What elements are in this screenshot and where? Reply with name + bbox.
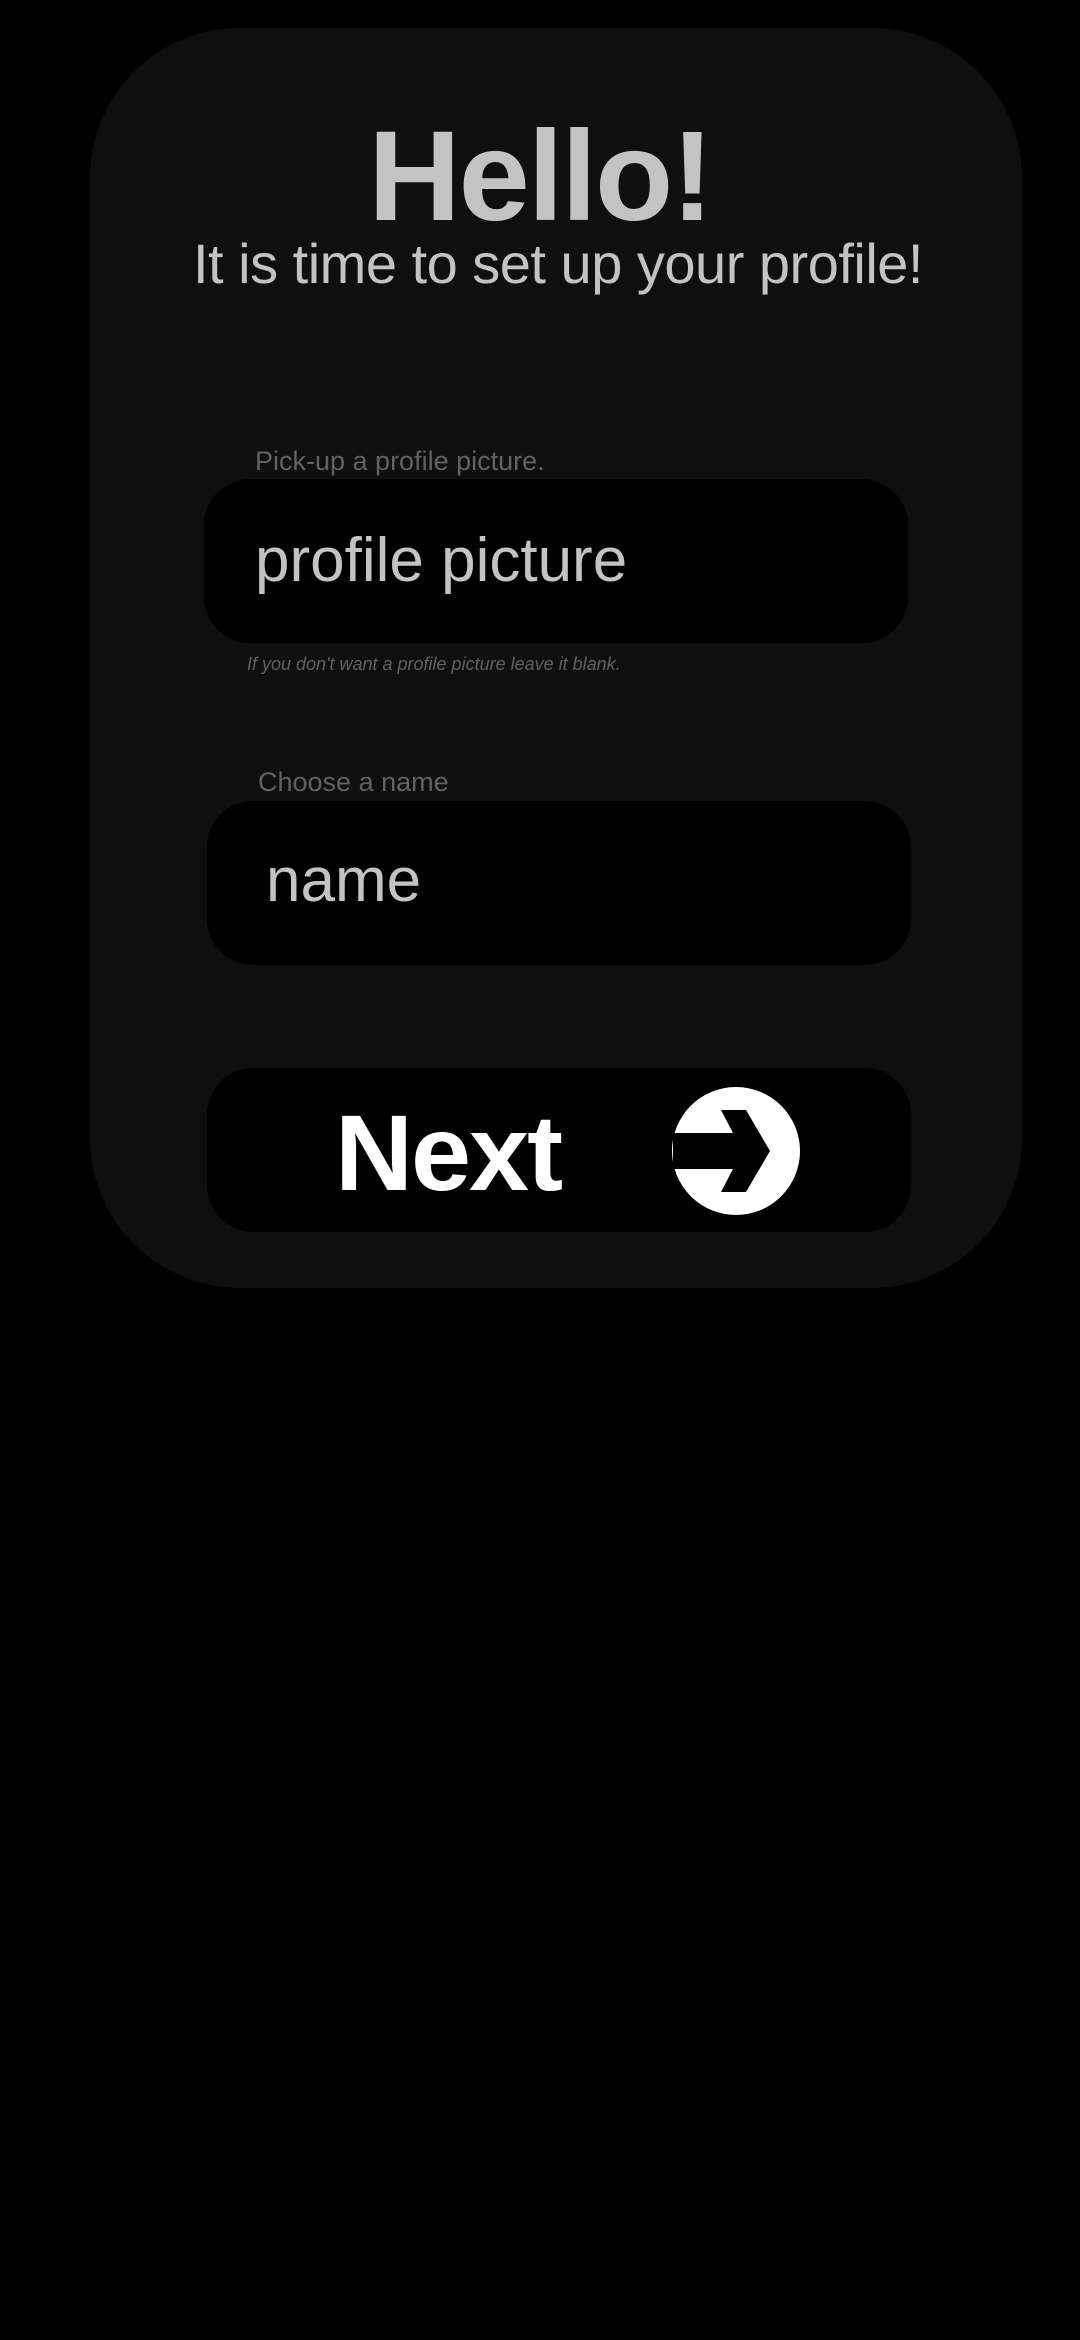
arrow-right-circle-icon <box>672 1087 800 1215</box>
next-button[interactable]: Next <box>207 1068 911 1232</box>
profile-picture-input[interactable]: profile picture <box>204 479 908 643</box>
name-placeholder: name <box>266 846 422 915</box>
next-button-label: Next <box>335 1092 563 1213</box>
page-subtitle: It is time to set up your profile! <box>193 232 923 295</box>
name-label: Choose a name <box>258 767 449 797</box>
profile-picture-label: Pick-up a profile picture. <box>255 446 545 476</box>
profile-setup-screen: Hello! It is time to set up your profile… <box>0 0 1080 2340</box>
name-input[interactable]: name <box>207 801 911 965</box>
profile-picture-hint: If you don't want a profile picture leav… <box>247 654 621 674</box>
profile-picture-placeholder: profile picture <box>255 526 628 595</box>
